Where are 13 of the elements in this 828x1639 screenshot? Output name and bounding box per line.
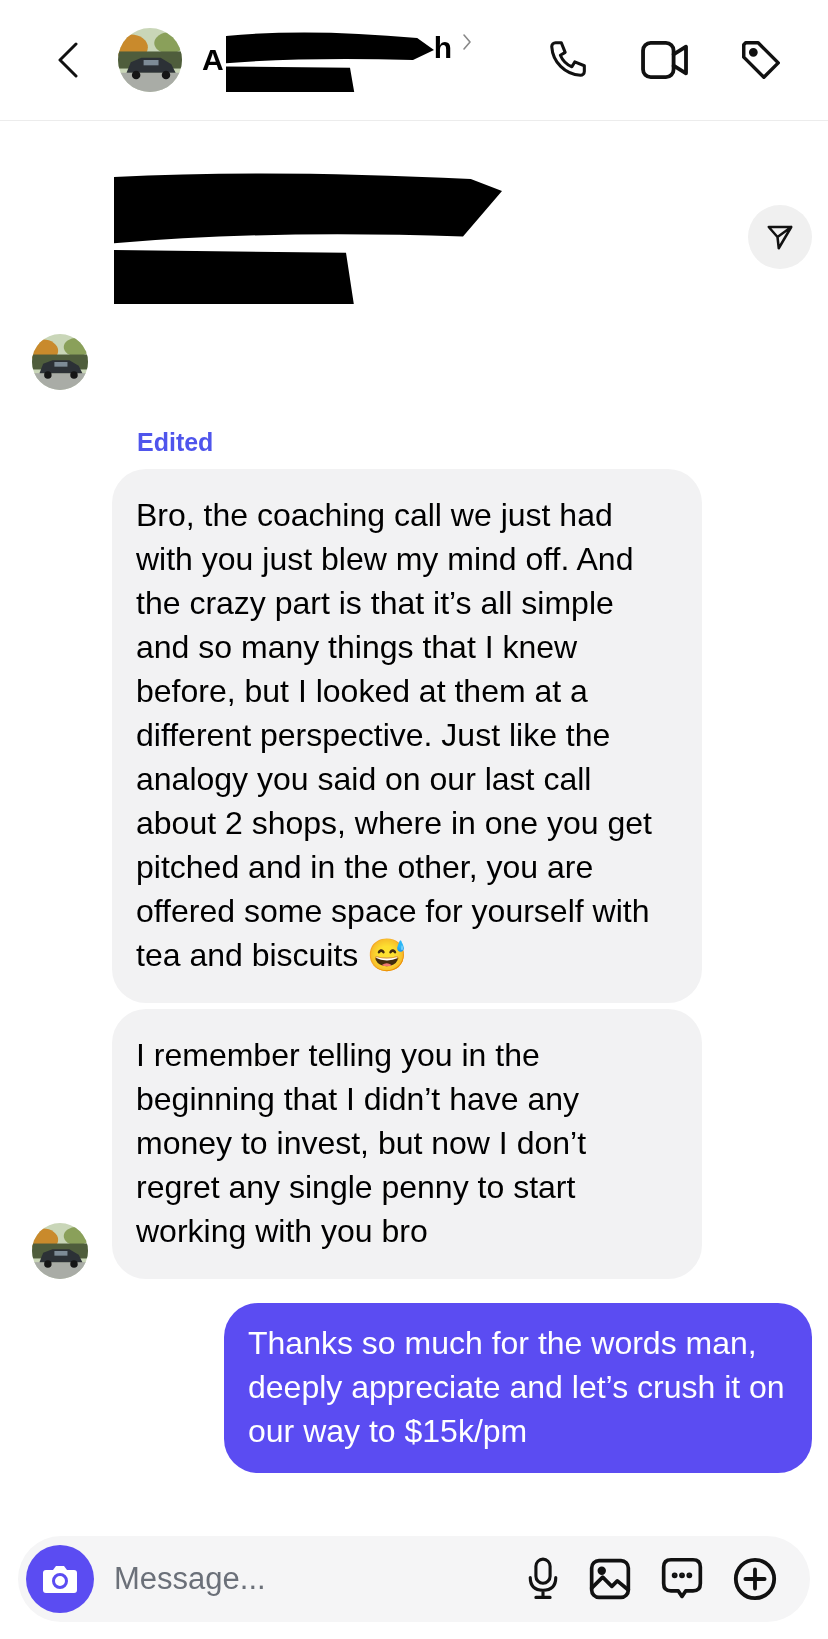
- message-field[interactable]: Message...: [112, 1560, 446, 1598]
- message-text: Bro, the coaching call we just had with you just blew my mind off. And the crazy part is that it’s all simple and so many things that I knew before, but I looked at them at a different perspective. Just like the analogy you said on our last call about 2 shops, where in one you get pitched and in the other, you are offered some space for yourself with tea and biscuits 😅: [112, 469, 702, 1003]
- camera-icon: [42, 1564, 78, 1594]
- contact-name[interactable]: A: [202, 43, 224, 77]
- image-icon[interactable]: [588, 1557, 632, 1601]
- microphone-icon[interactable]: [526, 1556, 560, 1602]
- edited-label: Edited: [137, 428, 215, 457]
- message-text: Thanks so much for the words man, deeply appreciate and let’s crush it on our way to $15k/pm: [224, 1303, 812, 1473]
- plus-icon[interactable]: [732, 1556, 778, 1602]
- camera-button[interactable]: [26, 1545, 94, 1613]
- video-camera-icon[interactable]: [640, 39, 690, 81]
- contact-name[interactable]: h: [433, 31, 452, 65]
- message-text: I remember telling you in the beginning that I didn’t have any money to invest, but now I don’t regret any single penny to start working with you bro: [112, 1009, 702, 1279]
